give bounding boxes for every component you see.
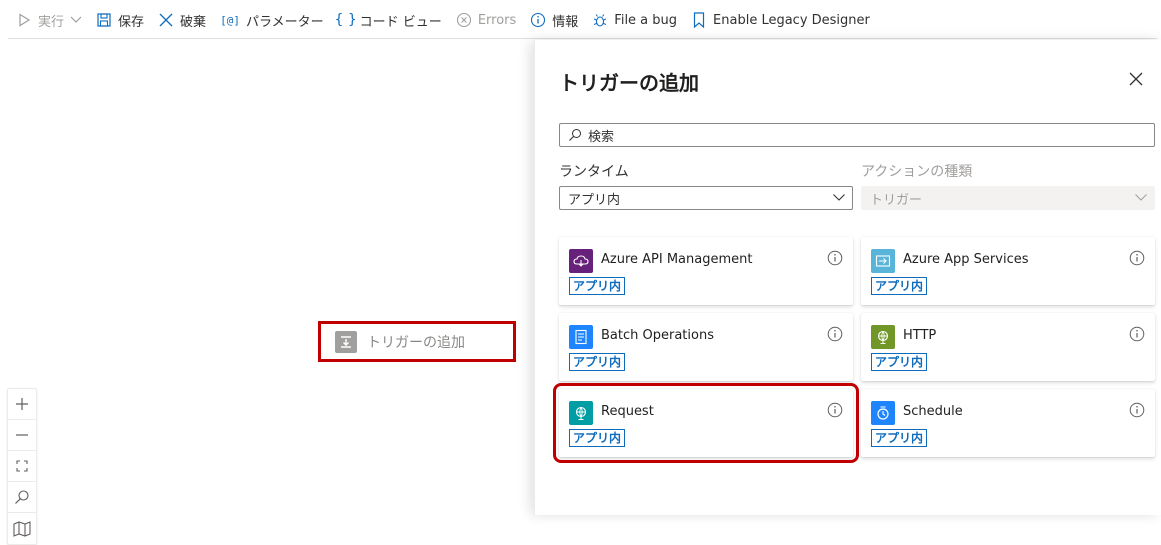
connector-name: HTTP	[903, 328, 937, 343]
errors-button[interactable]: Errors	[456, 12, 516, 28]
zoom-out-button[interactable]	[8, 420, 36, 451]
close-panel-button[interactable]	[1125, 68, 1147, 90]
parameters-label: パラメーター	[246, 14, 324, 30]
connector-name: Azure App Services	[903, 252, 1029, 267]
runtime-dropdown[interactable]: アプリ内	[559, 186, 853, 210]
discard-label: 破棄	[180, 14, 207, 30]
designer-canvas[interactable]: トリガーの追加	[0, 40, 534, 545]
discard-button[interactable]: 破棄	[158, 11, 206, 30]
search-input[interactable]: 検索	[559, 123, 1155, 147]
info-icon[interactable]	[1129, 402, 1145, 418]
connector-name: Schedule	[903, 404, 963, 419]
action-type-dropdown: トリガー	[861, 186, 1155, 210]
in-app-badge: アプリ内	[871, 277, 928, 295]
action-type-label: アクションの種類	[861, 164, 973, 180]
clock-icon	[871, 401, 895, 425]
file-bug-button[interactable]: File a bug	[592, 12, 677, 28]
in-app-badge: アプリ内	[569, 277, 626, 295]
in-app-badge: アプリ内	[871, 429, 928, 447]
errors-label: Errors	[477, 12, 517, 28]
in-app-badge: アプリ内	[871, 353, 928, 371]
request-icon	[569, 401, 593, 425]
run-label: 実行	[38, 14, 65, 30]
connector-name: Batch Operations	[601, 328, 714, 343]
info-icon[interactable]	[1129, 250, 1145, 266]
action-type-value: トリガー	[870, 192, 923, 208]
enable-legacy-designer-label: Enable Legacy Designer	[713, 12, 870, 28]
search-icon	[568, 128, 582, 142]
connector-card-request[interactable]: Request アプリ内	[553, 383, 859, 463]
minimap-button[interactable]	[8, 513, 36, 544]
play-icon	[16, 12, 32, 28]
save-icon	[96, 12, 112, 28]
connector-card-schedule[interactable]: Schedule アプリ内	[861, 389, 1155, 457]
add-trigger-label: トリガーの追加	[367, 334, 465, 351]
info-icon[interactable]	[827, 250, 843, 266]
search-icon	[15, 490, 29, 504]
connector-name: Request	[601, 404, 654, 419]
braces-icon: { }	[334, 12, 357, 28]
connector-card-http[interactable]: HTTP アプリ内	[861, 313, 1155, 381]
search-placeholder: 検索	[588, 129, 615, 145]
info-icon	[530, 12, 546, 28]
runtime-value: アプリ内	[568, 192, 621, 208]
app-service-icon	[871, 249, 895, 273]
chevron-down-icon[interactable]	[70, 13, 82, 28]
info-icon[interactable]	[827, 326, 843, 342]
cloud-icon	[569, 249, 593, 273]
file-bug-label: File a bug	[614, 12, 678, 28]
bookmark-icon	[691, 12, 707, 28]
code-view-button[interactable]: { } コード ビュー	[334, 11, 442, 30]
error-circle-icon	[456, 12, 472, 28]
save-label: 保存	[118, 14, 145, 30]
fit-view-button[interactable]	[8, 451, 36, 482]
enable-legacy-designer-button[interactable]: Enable Legacy Designer	[691, 12, 870, 28]
connector-card-batch-operations[interactable]: Batch Operations アプリ内	[559, 313, 853, 381]
zoom-in-button[interactable]	[8, 389, 36, 420]
parameters-icon: [@]	[220, 13, 240, 27]
panel-title: トリガーの追加	[559, 71, 699, 95]
plus-icon	[16, 398, 28, 410]
code-view-label: コード ビュー	[359, 14, 442, 30]
in-app-badge: アプリ内	[569, 429, 626, 447]
connector-card-azure-app-services[interactable]: Azure App Services アプリ内	[861, 237, 1155, 305]
info-label: 情報	[552, 14, 579, 30]
save-button[interactable]: 保存	[96, 11, 144, 30]
chevron-down-icon	[1134, 190, 1148, 208]
close-x-icon	[158, 12, 174, 28]
close-icon	[1129, 72, 1143, 86]
connector-card-azure-api-management[interactable]: Azure API Management アプリ内	[559, 237, 853, 305]
runtime-label: ランタイム	[559, 164, 629, 180]
designer-toolbar: 実行 保存 破棄 [@] パラメーター { } コード ビュー Errors 情…	[0, 0, 1161, 40]
chevron-down-icon	[832, 190, 846, 208]
fit-view-icon	[16, 460, 28, 472]
batch-icon	[569, 325, 593, 349]
bug-icon	[592, 12, 608, 28]
run-button[interactable]: 実行	[16, 11, 82, 30]
info-button[interactable]: 情報	[530, 11, 578, 30]
minus-icon	[16, 434, 28, 436]
toolbar-divider	[8, 38, 1157, 39]
info-icon[interactable]	[827, 402, 843, 418]
search-canvas-button[interactable]	[8, 482, 36, 513]
connector-name: Azure API Management	[601, 252, 753, 267]
trigger-icon	[335, 330, 357, 353]
info-icon[interactable]	[1129, 326, 1145, 342]
zoom-controls	[7, 388, 37, 545]
add-trigger-node[interactable]: トリガーの追加	[318, 321, 516, 362]
globe-icon	[871, 325, 895, 349]
parameters-button[interactable]: [@] パラメーター	[220, 11, 324, 30]
map-icon	[13, 520, 31, 537]
add-trigger-panel: トリガーの追加 検索 ランタイム アプリ内 アクションの種類 トリガー Azur…	[534, 40, 1161, 515]
in-app-badge: アプリ内	[569, 353, 626, 371]
